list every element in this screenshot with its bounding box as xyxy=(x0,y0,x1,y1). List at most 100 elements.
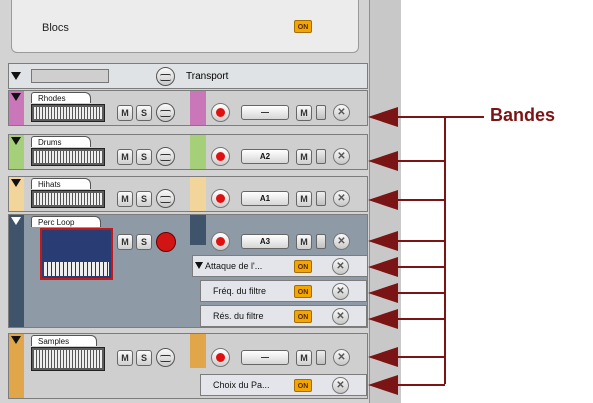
solo-button[interactable]: S xyxy=(136,350,152,366)
delete-button[interactable]: ✕ xyxy=(332,377,349,394)
track-name: Samples xyxy=(31,335,97,346)
lane-slider[interactable] xyxy=(316,191,326,206)
waveform-icon[interactable] xyxy=(156,147,175,166)
blocs-track: Blocs ON xyxy=(11,0,359,53)
blocs-on-button[interactable]: ON xyxy=(294,20,312,33)
mute-button[interactable]: M xyxy=(296,191,312,207)
mute-button[interactable]: M xyxy=(117,191,133,207)
lane-slider[interactable] xyxy=(316,350,326,365)
mute-button[interactable]: M xyxy=(117,350,133,366)
automation-label: Fréq. du filtre xyxy=(213,286,267,296)
device-thumb[interactable] xyxy=(31,148,105,166)
collapse-icon[interactable] xyxy=(11,93,21,101)
solo-button[interactable]: S xyxy=(136,191,152,207)
automation-label: Attaque de l'... xyxy=(205,261,263,271)
mute-button[interactable]: M xyxy=(296,149,312,165)
automation-on-button[interactable]: ON xyxy=(294,285,312,298)
transport-track: Transport xyxy=(8,63,368,89)
mute-button[interactable]: M xyxy=(296,105,312,121)
automation-on-button[interactable]: ON xyxy=(294,310,312,323)
solo-button[interactable]: S xyxy=(136,149,152,165)
track-color xyxy=(190,135,206,169)
arrow-line xyxy=(395,292,445,294)
collapse-icon[interactable] xyxy=(11,217,21,225)
delete-button[interactable]: ✕ xyxy=(333,233,350,250)
automation-label: Choix du Pa... xyxy=(213,380,270,390)
solo-button[interactable]: S xyxy=(136,105,152,121)
track-name: Perc Loop xyxy=(31,216,101,227)
bracket-line xyxy=(444,116,484,118)
arrow-line xyxy=(395,318,445,320)
lane-slider[interactable] xyxy=(316,234,326,249)
arrow-line xyxy=(395,160,445,162)
record-button[interactable] xyxy=(211,189,230,208)
annotation-label: Bandes xyxy=(490,105,556,125)
delete-button[interactable]: ✕ xyxy=(332,308,349,325)
automation-lane: Rés. du filtre ON ✕ xyxy=(200,305,367,327)
collapse-icon[interactable] xyxy=(11,137,21,145)
track-color xyxy=(190,215,206,245)
track-rhodes: Rhodes M S — M ✕ xyxy=(8,90,368,126)
track-color xyxy=(190,177,206,211)
transport-thumb xyxy=(31,69,109,83)
patch-select[interactable]: A3 xyxy=(241,234,289,249)
patch-select[interactable]: — xyxy=(241,350,289,365)
mute-button[interactable]: M xyxy=(296,234,312,250)
mute-button[interactable]: M xyxy=(117,234,133,250)
record-button[interactable] xyxy=(211,232,230,251)
track-color xyxy=(190,334,206,368)
delete-button[interactable]: ✕ xyxy=(333,148,350,165)
automation-lane: Choix du Pa... ON ✕ xyxy=(200,374,367,396)
arrow-head xyxy=(368,309,398,329)
patch-select[interactable]: A1 xyxy=(241,191,289,206)
arrow-line xyxy=(395,240,445,242)
mute-button[interactable]: M xyxy=(117,149,133,165)
transport-label: Transport xyxy=(186,71,229,82)
waveform-icon[interactable] xyxy=(156,103,175,122)
automation-lane: Attaque de l'... ON ✕ xyxy=(192,255,368,277)
arrow-head xyxy=(368,190,398,210)
arrow-head xyxy=(368,283,398,303)
track-name: Hihats xyxy=(31,178,91,189)
waveform-icon[interactable] xyxy=(156,189,175,208)
synth-device-thumb[interactable] xyxy=(40,228,113,280)
collapse-icon[interactable] xyxy=(11,336,21,344)
lane-slider[interactable] xyxy=(316,105,326,120)
collapse-icon[interactable] xyxy=(11,72,21,80)
collapse-icon[interactable] xyxy=(11,179,21,187)
patch-select[interactable]: A2 xyxy=(241,149,289,164)
automation-on-button[interactable]: ON xyxy=(294,379,312,392)
device-thumb[interactable] xyxy=(31,190,105,208)
record-button[interactable] xyxy=(211,103,230,122)
waveform-icon[interactable] xyxy=(156,348,175,367)
arrow-head xyxy=(368,107,398,127)
track-drums: Drums M S A2 M ✕ xyxy=(8,134,368,170)
track-name: Rhodes xyxy=(31,92,91,103)
track-color xyxy=(190,91,206,125)
delete-button[interactable]: ✕ xyxy=(333,104,350,121)
patch-select[interactable]: — xyxy=(241,105,289,120)
arrow-line xyxy=(395,266,445,268)
delete-button[interactable]: ✕ xyxy=(333,190,350,207)
collapse-icon[interactable] xyxy=(195,262,203,269)
arrow-head xyxy=(368,257,398,277)
arrow-line xyxy=(395,356,445,358)
arrow-line xyxy=(395,384,445,386)
automation-record-icon[interactable] xyxy=(156,232,176,252)
waveform-icon[interactable] xyxy=(156,67,175,86)
solo-button[interactable]: S xyxy=(136,234,152,250)
lane-slider[interactable] xyxy=(316,149,326,164)
arrow-head xyxy=(368,347,398,367)
track-name: Drums xyxy=(31,136,91,147)
mute-button[interactable]: M xyxy=(117,105,133,121)
delete-button[interactable]: ✕ xyxy=(332,283,349,300)
track-hihats: Hihats M S A1 M ✕ xyxy=(8,176,368,212)
mute-button[interactable]: M xyxy=(296,350,312,366)
delete-button[interactable]: ✕ xyxy=(332,258,349,275)
delete-button[interactable]: ✕ xyxy=(333,349,350,366)
automation-on-button[interactable]: ON xyxy=(294,260,312,273)
device-thumb[interactable] xyxy=(31,347,105,371)
record-button[interactable] xyxy=(211,348,230,367)
record-button[interactable] xyxy=(211,147,230,166)
device-thumb[interactable] xyxy=(31,104,105,122)
